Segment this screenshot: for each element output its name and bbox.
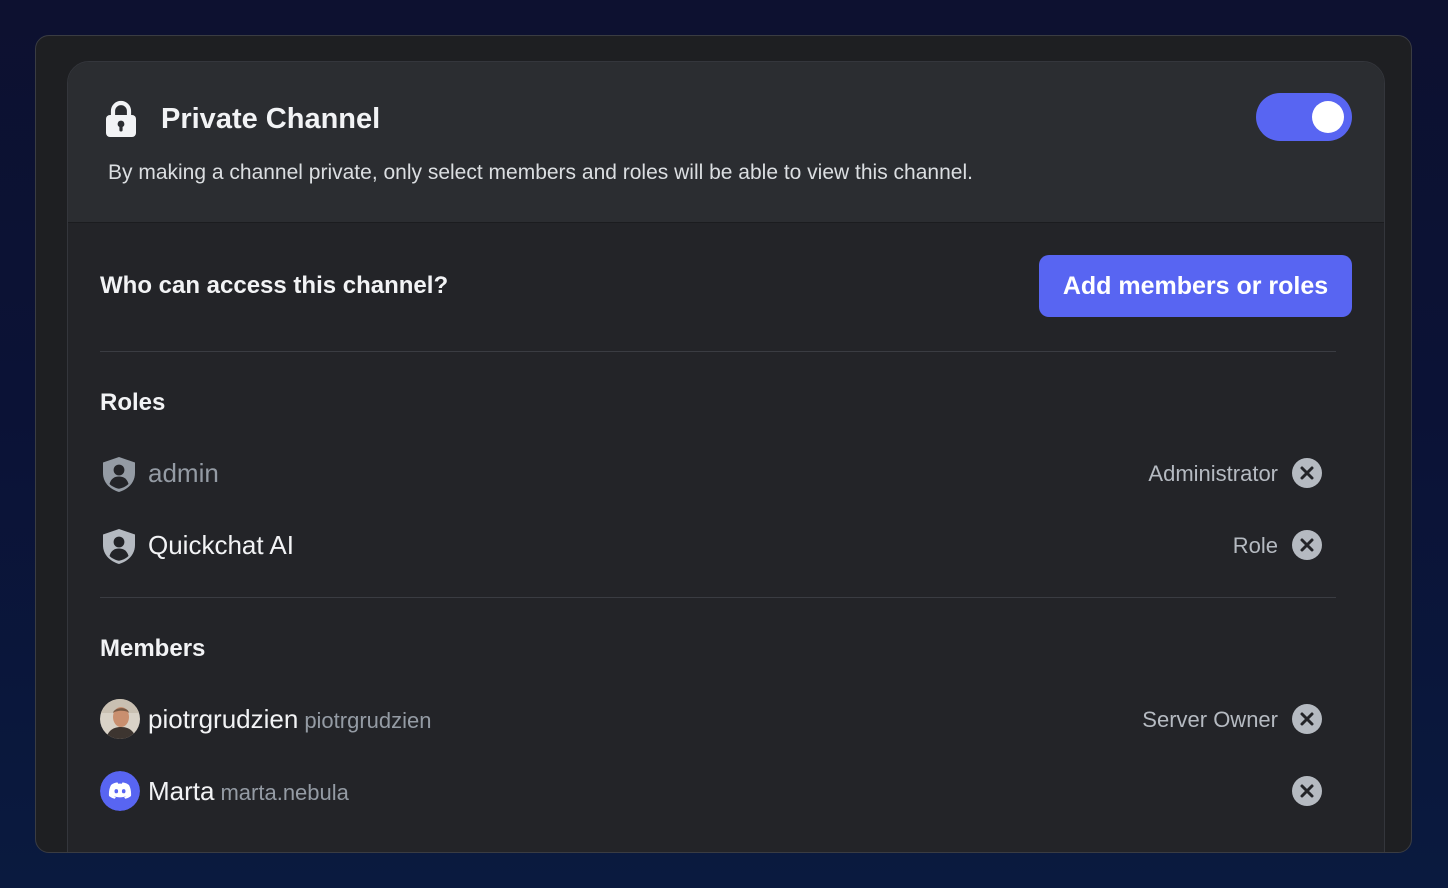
lock-icon	[106, 100, 136, 137]
role-row-admin: admin Administrator	[100, 451, 1322, 495]
divider	[100, 597, 1336, 598]
roles-section-title: Roles	[100, 389, 166, 416]
divider	[100, 351, 1336, 352]
add-members-or-roles-button[interactable]: Add members or roles	[1039, 255, 1352, 317]
remove-role-button[interactable]	[1292, 458, 1322, 488]
role-tag: Role	[1232, 533, 1278, 558]
member-username: piotrgrudzien	[304, 708, 432, 733]
member-display-name: piotrgrudzien piotrgrudzien	[148, 702, 432, 738]
settings-window: Private Channel By making a channel priv…	[35, 35, 1412, 853]
member-display-name: Marta marta.nebula	[148, 774, 349, 810]
close-icon	[1300, 538, 1314, 552]
members-section-title: Members	[100, 635, 206, 662]
close-icon	[1300, 466, 1314, 480]
user-photo-avatar	[100, 699, 140, 739]
private-channel-panel: Private Channel By making a channel priv…	[67, 61, 1385, 852]
role-shield-icon	[103, 457, 135, 492]
remove-role-button[interactable]	[1292, 530, 1322, 560]
member-tag: Server Owner	[1142, 707, 1278, 732]
remove-member-button[interactable]	[1292, 776, 1322, 806]
role-row-quickchat-ai: Quickchat AI Role	[100, 523, 1322, 567]
role-name: admin	[148, 458, 219, 488]
close-icon	[1300, 712, 1314, 726]
member-row-piotrgrudzien: piotrgrudzien piotrgrudzien Server Owner	[100, 697, 1322, 741]
access-heading: Who can access this channel?	[100, 272, 449, 299]
member-name: piotrgrudzien	[148, 704, 299, 734]
private-channel-header: Private Channel By making a channel priv…	[68, 62, 1384, 223]
member-name: Marta	[148, 776, 215, 806]
member-row-marta: Marta marta.nebula	[100, 769, 1322, 813]
member-username: marta.nebula	[220, 780, 349, 805]
remove-member-button[interactable]	[1292, 704, 1322, 734]
toggle-knob	[1312, 101, 1344, 133]
private-channel-toggle[interactable]	[1256, 93, 1352, 141]
discord-avatar-icon	[100, 771, 140, 811]
role-tag: Administrator	[1148, 461, 1278, 486]
role-name: Quickchat AI	[148, 530, 294, 560]
role-shield-icon	[103, 529, 135, 564]
page-title: Private Channel	[161, 103, 381, 135]
private-channel-description: By making a channel private, only select…	[108, 161, 973, 184]
close-icon	[1300, 784, 1314, 798]
